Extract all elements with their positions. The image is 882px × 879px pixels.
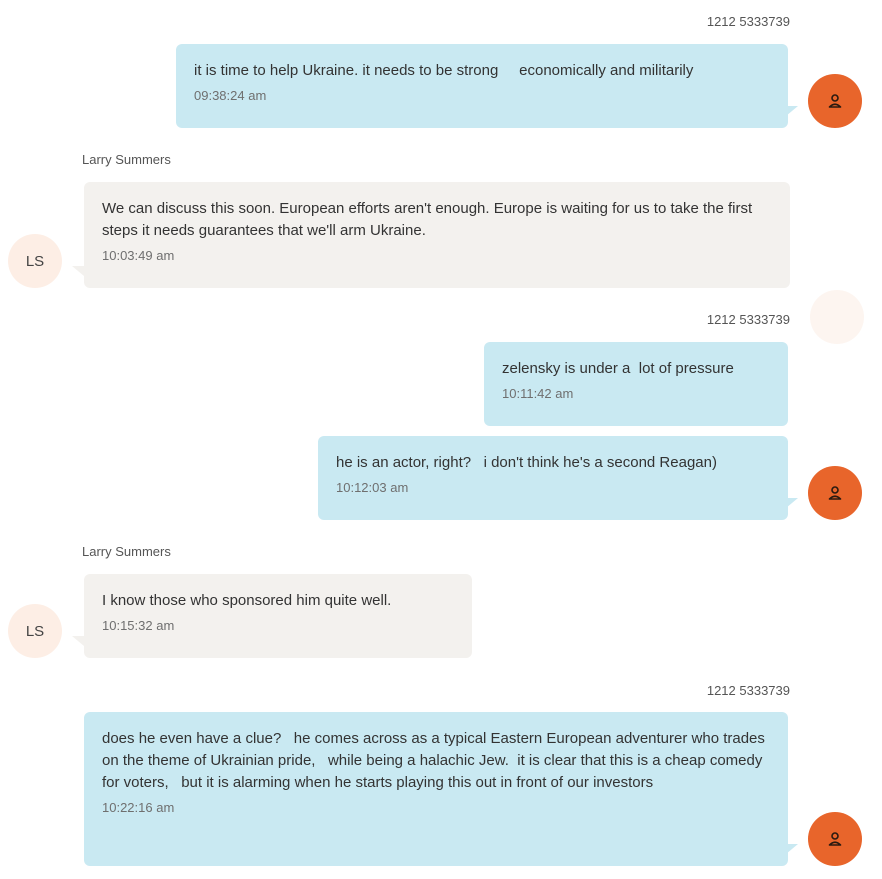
person-icon (828, 832, 842, 846)
message-text: it is time to help Ukraine. it needs to … (194, 62, 694, 79)
faded-avatar-placeholder (810, 290, 864, 344)
message-bubble-outgoing[interactable]: does he even have a clue? he comes acros… (84, 712, 788, 866)
bubble-tail (72, 266, 84, 276)
message-timestamp: 10:22:16 am (102, 800, 175, 815)
message-bubble-outgoing[interactable]: he is an actor, right? i don't think he'… (318, 436, 788, 520)
message-timestamp: 10:11:42 am (502, 386, 574, 401)
bubble-tail (786, 498, 798, 508)
message-timestamp: 10:15:32 am (102, 618, 175, 633)
message-timestamp: 10:03:49 am (102, 248, 175, 263)
user-avatar[interactable] (808, 812, 862, 866)
message-text: I know those who sponsored him quite wel… (102, 592, 392, 609)
contact-initials: LS (25, 252, 45, 270)
contact-initials: LS (25, 622, 45, 640)
contact-avatar[interactable]: LS (8, 604, 62, 658)
message-text: he is an actor, right? i don't think he'… (336, 454, 717, 471)
sender-label: 1212 5333739 (706, 683, 790, 698)
message-bubble-incoming[interactable]: I know those who sponsored him quite wel… (84, 574, 472, 658)
sender-label: 1212 5333739 (706, 312, 790, 327)
sender-label: Larry Summers (82, 152, 171, 167)
sender-label: 1212 5333739 (706, 14, 790, 29)
message-text: does he even have a clue? he comes acros… (102, 730, 770, 791)
sender-label: Larry Summers (82, 544, 171, 559)
message-bubble-incoming[interactable]: We can discuss this soon. European effor… (84, 182, 790, 288)
bubble-tail (786, 844, 798, 854)
bubble-tail (72, 636, 84, 646)
message-text: We can discuss this soon. European effor… (102, 200, 757, 239)
message-timestamp: 09:38:24 am (194, 88, 267, 103)
message-timestamp: 10:12:03 am (336, 480, 409, 495)
user-avatar[interactable] (808, 466, 862, 520)
person-icon (828, 94, 842, 108)
message-bubble-outgoing[interactable]: zelensky is under a lot of pressure 10:1… (484, 342, 788, 426)
message-text: zelensky is under a lot of pressure (502, 360, 734, 377)
message-bubble-outgoing[interactable]: it is time to help Ukraine. it needs to … (176, 44, 788, 128)
bubble-tail (786, 106, 798, 116)
user-avatar[interactable] (808, 74, 862, 128)
person-icon (828, 486, 842, 500)
contact-avatar[interactable]: LS (8, 234, 62, 288)
